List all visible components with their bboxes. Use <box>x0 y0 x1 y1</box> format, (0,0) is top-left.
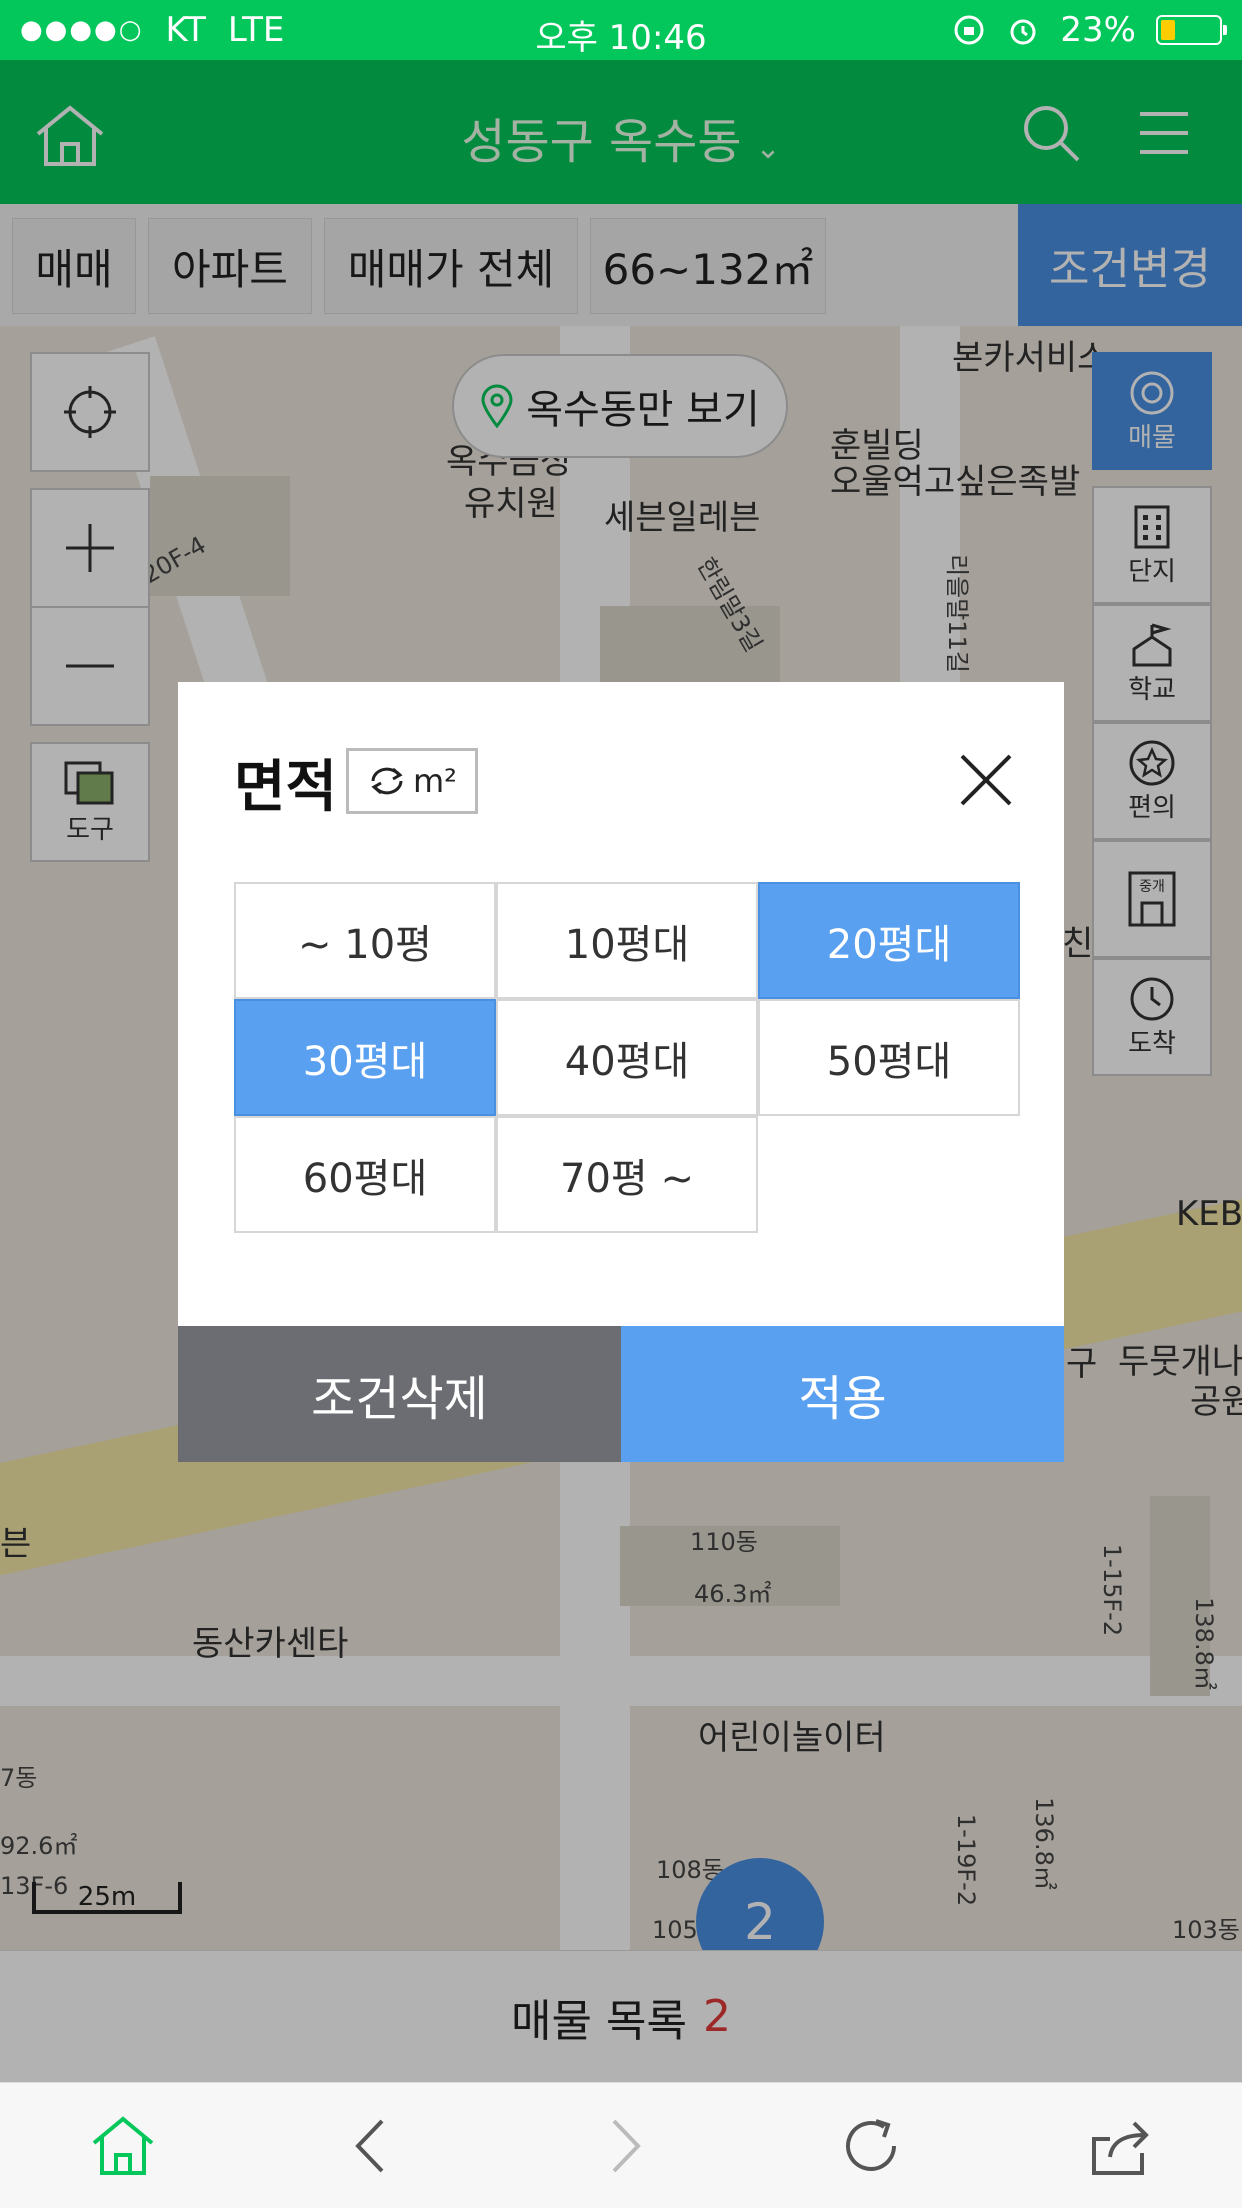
area-filter-modal: 면적 m² ~ 10평 10평대 20평대 30평대 40평대 50평대 60평… <box>178 682 1064 1462</box>
rotation-lock-icon <box>954 15 984 45</box>
area-option-selected[interactable]: 20평대 <box>758 882 1020 999</box>
battery-percent: 23% <box>1060 10 1136 50</box>
browser-bottom-nav <box>0 2082 1242 2208</box>
home-icon[interactable] <box>88 2111 158 2181</box>
area-option[interactable]: 70평 ~ <box>496 1116 758 1233</box>
area-option[interactable]: 40평대 <box>496 999 758 1116</box>
back-icon[interactable] <box>338 2111 408 2181</box>
area-option[interactable]: 10평대 <box>496 882 758 999</box>
battery-icon <box>1156 15 1227 45</box>
unit-toggle-button[interactable]: m² <box>346 748 478 814</box>
share-icon[interactable] <box>1086 2111 1156 2181</box>
refresh-icon[interactable] <box>836 2111 906 2181</box>
area-option[interactable]: 60평대 <box>234 1116 496 1233</box>
unit-label: m² <box>413 762 457 800</box>
forward-icon[interactable] <box>588 2111 658 2181</box>
close-icon[interactable] <box>958 752 1014 808</box>
refresh-icon <box>371 767 403 795</box>
area-option-selected[interactable]: 30평대 <box>234 999 496 1116</box>
status-bar: ●●●●○ KT LTE 오후 10:46 23% <box>0 0 1242 60</box>
modal-footer: 조건삭제 적용 <box>178 1326 1064 1462</box>
alarm-icon <box>1010 19 1036 45</box>
area-option[interactable]: 50평대 <box>758 999 1020 1116</box>
area-option[interactable]: ~ 10평 <box>234 882 496 999</box>
delete-conditions-button[interactable]: 조건삭제 <box>178 1326 621 1462</box>
modal-title: 면적 <box>234 755 338 820</box>
apply-button[interactable]: 적용 <box>621 1326 1064 1462</box>
